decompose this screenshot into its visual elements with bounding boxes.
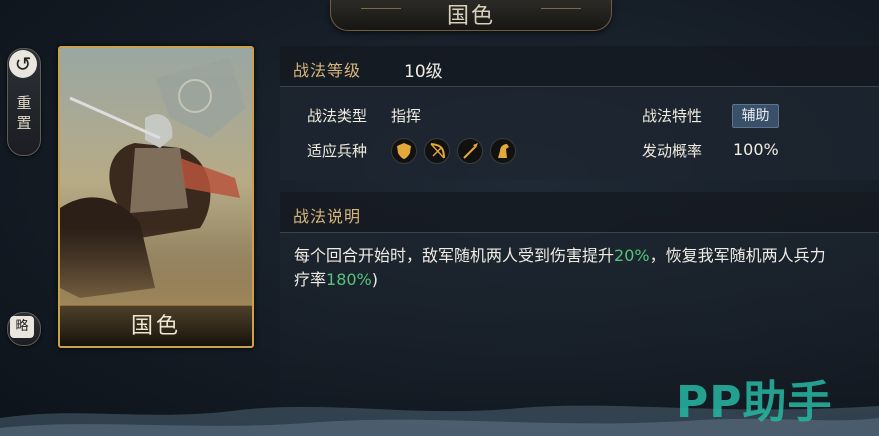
desc-text-4: ) xyxy=(371,270,379,289)
attributes-panel xyxy=(280,46,879,180)
description-header xyxy=(280,192,879,233)
description-line-2: 疗率180%) xyxy=(294,268,879,292)
watermark-logo: PP助手 xyxy=(676,377,833,428)
bow-icon xyxy=(424,138,450,164)
undo-icon: ↺ xyxy=(9,50,37,78)
desc-text-3: 疗率 xyxy=(294,270,327,289)
title-bar: 国色 xyxy=(330,0,612,31)
rate-label: 发动概率 xyxy=(642,142,703,160)
reset-label: 重 置 xyxy=(16,94,32,132)
brief-label: 略 xyxy=(10,316,34,338)
desc-text-1: 每个回合开始时，敌军随机两人受到伤害提升 xyxy=(294,246,615,265)
desc-text-2: ，恢复我军随机两人兵力 xyxy=(649,246,826,265)
skill-card: 国色 xyxy=(58,46,254,348)
shield-icon xyxy=(391,138,417,164)
desc-value-1: 20% xyxy=(614,246,650,265)
level-value: 10级 xyxy=(404,62,443,82)
title-ornament-right xyxy=(541,8,581,19)
trait-badge: 辅助 xyxy=(732,104,779,128)
card-name-bar: 国色 xyxy=(60,305,252,346)
description-text: 每个回合开始时，敌军随机两人受到伤害提升20%，恢复我军随机两人兵力 疗率180… xyxy=(294,244,879,292)
trait-label: 战法特性 xyxy=(642,107,703,125)
spear-icon xyxy=(457,138,483,164)
level-header xyxy=(280,46,879,87)
brief-button[interactable]: 略 xyxy=(7,312,41,346)
troops-label: 适应兵种 xyxy=(307,142,368,160)
reset-button[interactable]: ↺ 重 置 xyxy=(7,48,41,156)
horse-icon xyxy=(490,138,516,164)
description-label: 战法说明 xyxy=(293,207,362,226)
card-name: 国色 xyxy=(130,314,181,339)
general-portrait xyxy=(60,48,252,346)
type-value: 指挥 xyxy=(391,107,422,125)
level-label: 战法等级 xyxy=(293,61,362,80)
desc-value-2: 180% xyxy=(326,270,372,289)
type-label: 战法类型 xyxy=(307,107,368,125)
description-line-1: 每个回合开始时，敌军随机两人受到伤害提升20%，恢复我军随机两人兵力 xyxy=(294,244,879,268)
rate-value: 100% xyxy=(733,140,779,159)
